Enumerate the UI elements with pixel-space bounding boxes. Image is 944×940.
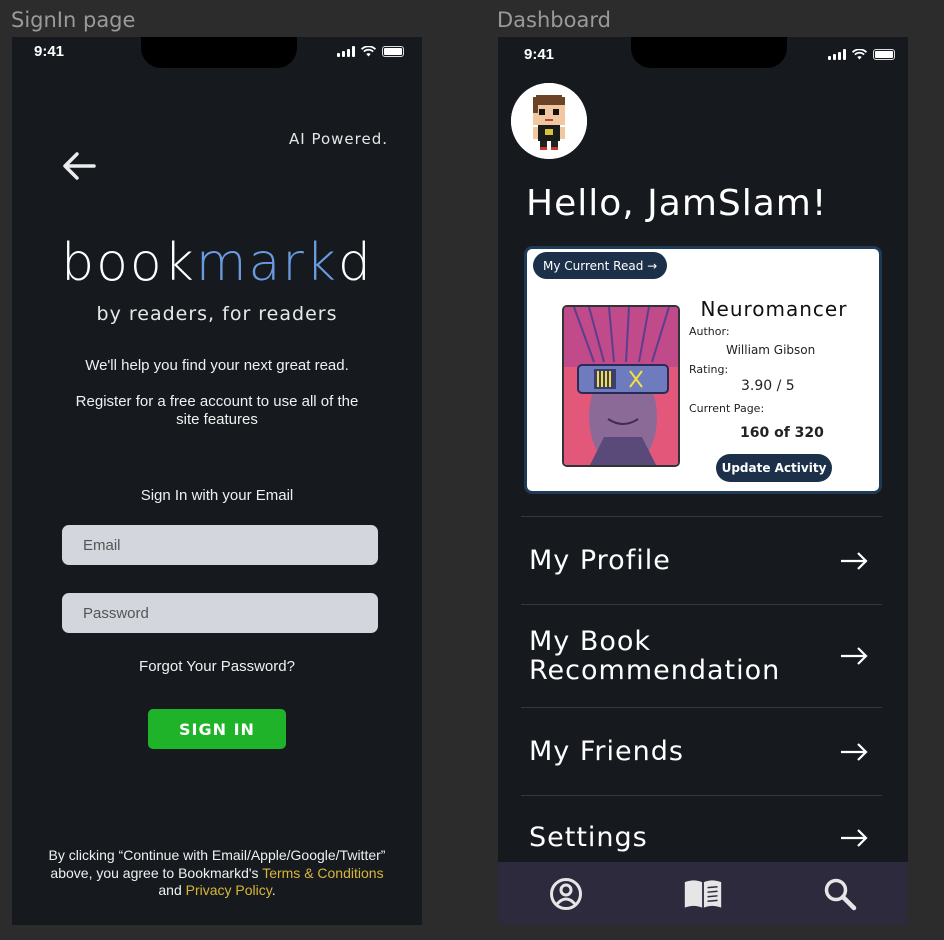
terms-link[interactable]: Terms & Conditions [262, 865, 383, 881]
battery-icon [873, 49, 895, 60]
legal-text: By clicking “Continue with Email/Apple/G… [48, 847, 386, 898]
arrow-right-icon [841, 742, 868, 761]
neuromancer-cover-icon [564, 307, 678, 465]
bookmarkd-logo: bookmarkd [61, 233, 373, 293]
search-icon [824, 878, 856, 910]
notch [141, 37, 297, 68]
menu-my-profile[interactable]: My Profile [521, 516, 882, 604]
menu-label: Settings [529, 822, 648, 853]
author-label: Author: [689, 325, 730, 338]
intro-text: We'll help you find your next great read… [85, 357, 349, 374]
menu-my-book-recommendation[interactable]: My Book Recommendation [521, 604, 882, 707]
ai-powered-label: AI Powered. [289, 130, 388, 148]
current-read-button[interactable]: My Current Read → [533, 252, 668, 279]
current-read-card: My Current Read → Neuromancer Author: Wi… [524, 246, 882, 494]
avatar[interactable] [511, 83, 587, 159]
signal-icon [337, 46, 355, 57]
author-value: William Gibson [726, 343, 816, 357]
wifi-icon [361, 46, 376, 57]
arrow-right-icon [841, 828, 868, 847]
book-cover-image[interactable] [562, 305, 680, 467]
current-page-value: 160 of 320 [740, 425, 824, 441]
dashboard-screen: 9:41 Hello, JamSlam! My Current Read → N… [498, 37, 908, 925]
menu-my-friends[interactable]: My Friends [521, 707, 882, 795]
notch [631, 37, 787, 68]
arrow-right-icon [841, 647, 868, 665]
status-time: 9:41 [34, 43, 65, 60]
current-page-label: Current Page: [689, 402, 765, 415]
signal-icon [828, 49, 846, 60]
greeting: Hello, JamSlam! [526, 183, 828, 224]
tagline: by readers, for readers [96, 303, 338, 325]
nav-profile[interactable] [546, 874, 586, 914]
update-activity-button[interactable]: Update Activity [716, 454, 832, 482]
forgot-password-link[interactable]: Forgot Your Password? [12, 658, 422, 675]
nav-search[interactable] [820, 874, 860, 914]
menu-label: My Friends [529, 736, 684, 767]
status-icons [828, 49, 895, 60]
pixel-avatar-icon [511, 83, 587, 159]
menu-label: My Book Recommendation [529, 626, 781, 686]
email-heading: Sign In with your Email [140, 487, 294, 504]
wifi-icon [852, 49, 867, 60]
dashboard-frame-label: Dashboard [497, 8, 611, 32]
signin-frame-label: SignIn page [11, 8, 136, 32]
nav-books[interactable] [683, 874, 723, 914]
rating-label: Rating: [689, 363, 729, 376]
profile-icon [550, 877, 583, 910]
book-title: Neuromancer [700, 297, 848, 321]
privacy-link[interactable]: Privacy Policy [186, 882, 272, 898]
rating-value: 3.90 / 5 [741, 378, 795, 394]
email-field[interactable] [62, 525, 378, 565]
back-arrow-icon[interactable] [62, 151, 96, 181]
status-icons [337, 46, 404, 57]
sign-in-button[interactable]: SIGN IN [148, 709, 286, 749]
battery-icon [382, 46, 404, 57]
password-field[interactable] [62, 593, 378, 633]
arrow-right-icon [841, 551, 868, 570]
menu-label: My Profile [529, 545, 671, 576]
bottom-nav [498, 862, 908, 925]
book-icon [684, 879, 722, 908]
register-text: Register for a free account to use all o… [75, 393, 359, 428]
signin-screen: 9:41 AI Powered. bookmarkd by readers, f… [12, 37, 422, 925]
status-time: 9:41 [524, 46, 555, 63]
